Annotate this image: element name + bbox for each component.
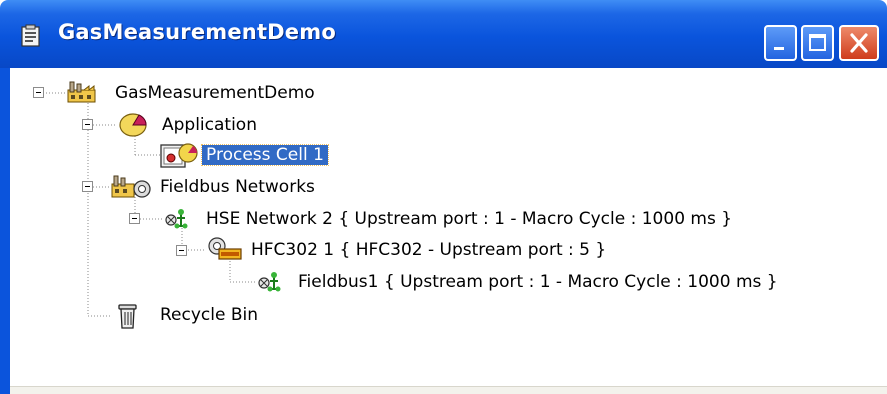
tree-node-hse-network-label[interactable]: HSE Network 2 { Upstream port : 1 - Macr… bbox=[206, 209, 732, 229]
fieldbus-networks-expander[interactable] bbox=[82, 181, 93, 192]
application-expander[interactable] bbox=[82, 119, 93, 130]
factory-icon bbox=[67, 81, 96, 103]
tree-node-hfc302-label[interactable]: HFC302 1 { HFC302 - Upstream port : 5 } bbox=[251, 240, 606, 260]
hse-network-expander[interactable] bbox=[129, 213, 140, 224]
tree-node-fieldbus-networks-label[interactable]: Fieldbus Networks bbox=[160, 177, 315, 197]
app-window: GasMeasurementDemo GasMeasurementDemo Ap… bbox=[0, 0, 887, 394]
tree-node-root-label[interactable]: GasMeasurementDemo bbox=[115, 83, 315, 103]
tree-node-fieldbus1-label[interactable]: Fieldbus1 { Upstream port : 1 - Macro Cy… bbox=[298, 272, 778, 292]
hfc-device-icon bbox=[208, 237, 242, 260]
fieldbus-networks-icon bbox=[111, 175, 151, 198]
project-tree: GasMeasurementDemo Application Process C… bbox=[0, 0, 887, 394]
tree-node-process-cell-label[interactable]: Process Cell 1 bbox=[201, 144, 329, 166]
process-cell-icon bbox=[160, 143, 198, 168]
network-icon bbox=[258, 272, 281, 292]
application-pie-icon bbox=[119, 113, 147, 137]
tree-node-recycle-bin-label[interactable]: Recycle Bin bbox=[160, 305, 258, 325]
network-icon bbox=[165, 209, 188, 229]
tree-node-application-label[interactable]: Application bbox=[162, 115, 257, 135]
hfc302-expander[interactable] bbox=[176, 245, 187, 256]
recycle-bin-icon bbox=[118, 304, 137, 329]
root-expander[interactable] bbox=[33, 87, 44, 98]
